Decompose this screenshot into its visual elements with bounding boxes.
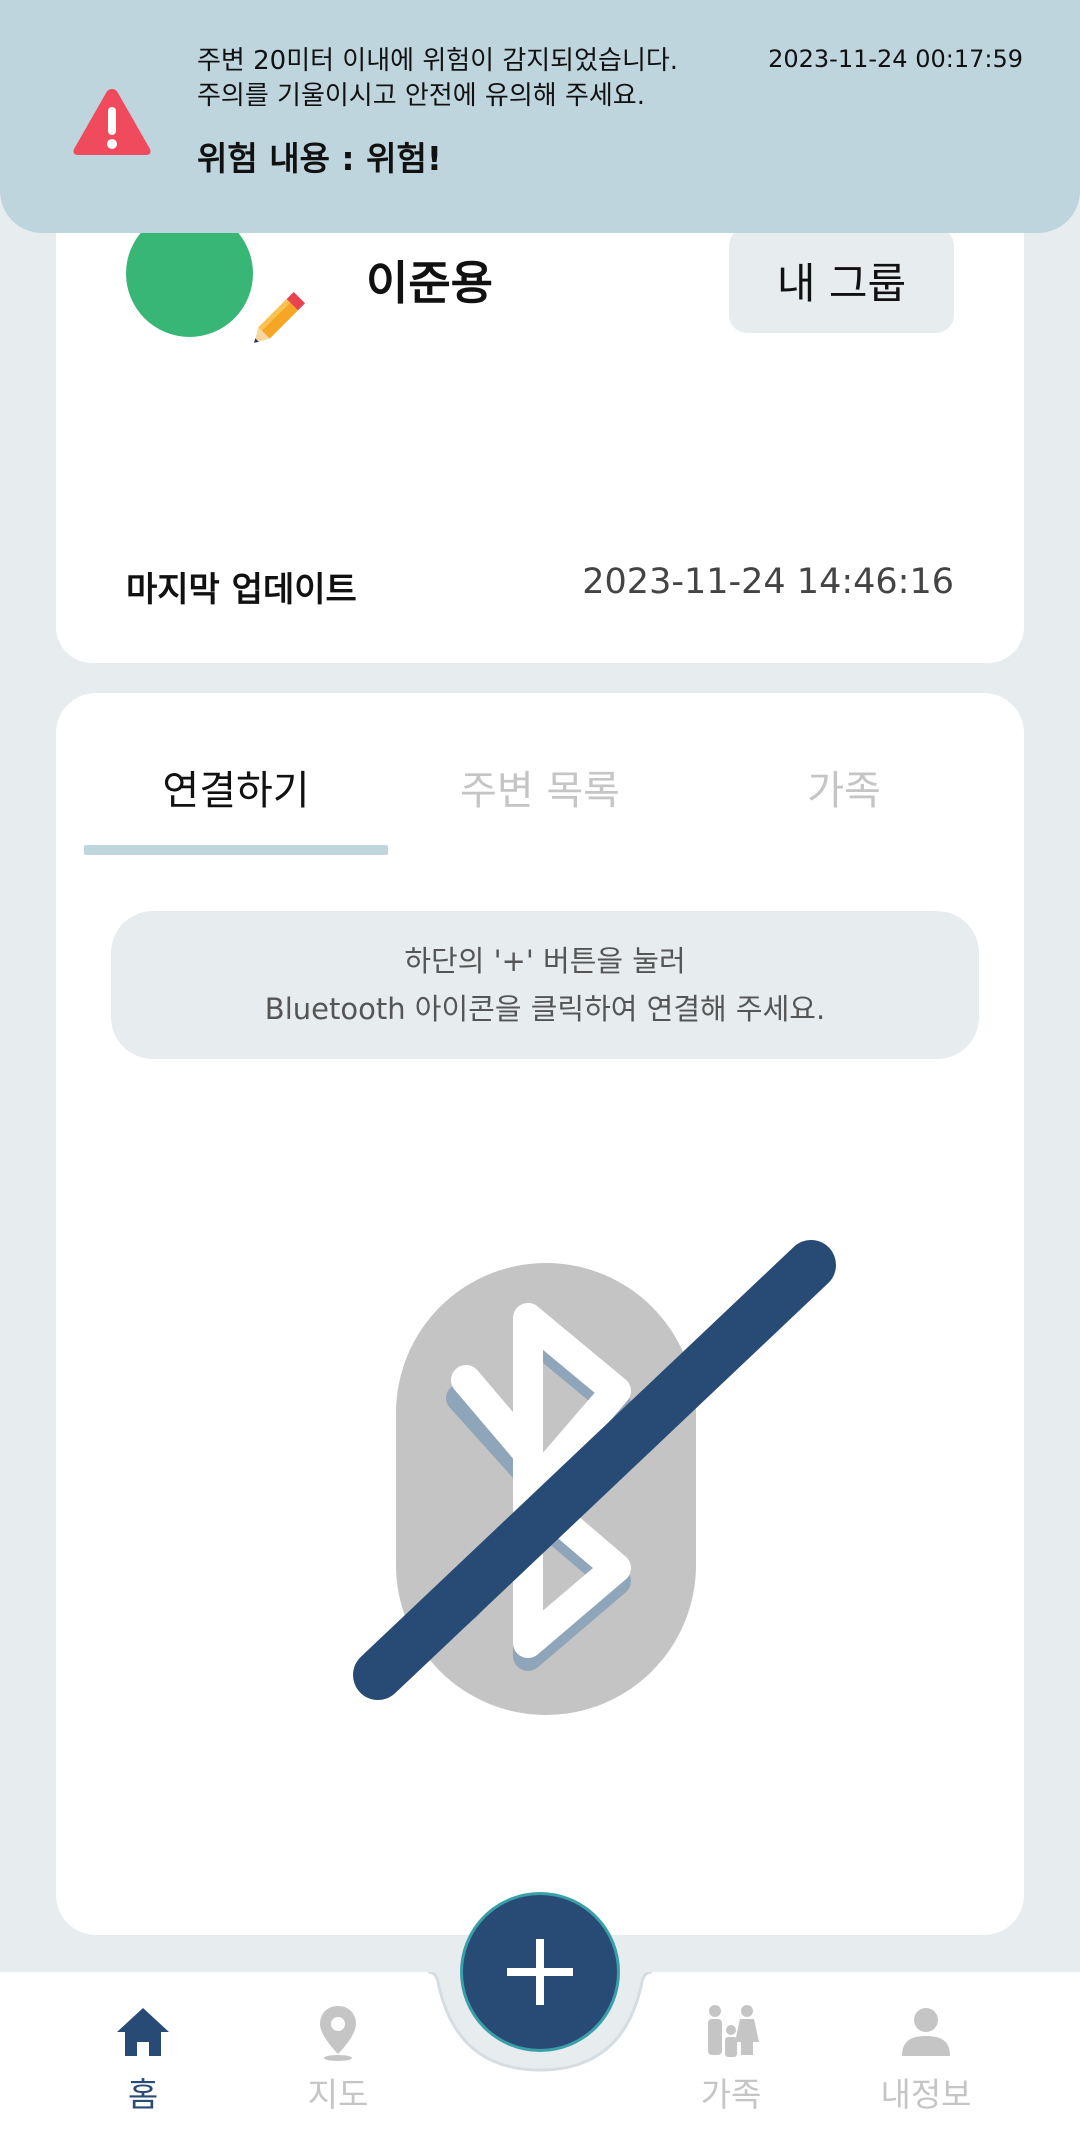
nav-label-home: 홈 bbox=[127, 2075, 159, 2114]
bluetooth-disabled-icon[interactable] bbox=[286, 1223, 846, 1763]
tab-connect[interactable]: 연결하기 bbox=[84, 758, 388, 816]
user-name: 이준용 bbox=[366, 256, 493, 310]
nav-label-my-info: 내정보 bbox=[880, 2075, 972, 2114]
notification-danger-detail: 위험 내용 : 위험! bbox=[197, 139, 442, 178]
danger-notification[interactable]: 주변 20미터 이내에 위험이 감지되었습니다. 주의를 기울이시고 안전에 유… bbox=[0, 0, 1080, 233]
map-pin-icon bbox=[320, 2006, 356, 2061]
add-device-button[interactable] bbox=[460, 1892, 620, 2052]
nav-item-my-info[interactable]: 내정보 bbox=[856, 2002, 996, 2116]
home-icon bbox=[117, 2008, 169, 2056]
pencil-edit-icon[interactable] bbox=[247, 282, 315, 350]
tab-nearby-list[interactable]: 주변 목록 bbox=[388, 758, 692, 816]
profile-card: 이준용 내 그룹 마지막 업데이트 2023-11-24 14:46:16 bbox=[56, 170, 1024, 663]
nav-item-map[interactable]: 지도 bbox=[268, 2002, 408, 2116]
plus-icon bbox=[507, 1939, 573, 2005]
connect-hint-line-1: 하단의 '+' 버튼을 눌러 bbox=[404, 944, 686, 978]
connect-hint-line-2: Bluetooth 아이콘을 클릭하여 연결해 주세요. bbox=[264, 992, 826, 1026]
connect-hint: 하단의 '+' 버튼을 눌러 Bluetooth 아이콘을 클릭하여 연결해 주… bbox=[111, 911, 979, 1059]
last-update-value: 2023-11-24 14:46:16 bbox=[582, 562, 954, 602]
nav-label-family: 가족 bbox=[700, 2075, 762, 2114]
tab-family[interactable]: 가족 bbox=[692, 758, 996, 816]
nav-item-home[interactable]: 홈 bbox=[73, 2002, 213, 2116]
warning-triangle-icon bbox=[73, 89, 151, 155]
family-icon bbox=[708, 2005, 759, 2057]
my-group-button[interactable]: 내 그룹 bbox=[729, 228, 954, 333]
nav-label-map: 지도 bbox=[307, 2075, 369, 2114]
person-icon bbox=[902, 2008, 950, 2056]
notification-timestamp: 2023-11-24 00:17:59 bbox=[768, 45, 1023, 73]
notification-message: 주변 20미터 이내에 위험이 감지되었습니다. 주의를 기울이시고 안전에 유… bbox=[197, 46, 679, 111]
nav-item-family[interactable]: 가족 bbox=[661, 2002, 801, 2116]
active-tab-indicator bbox=[84, 845, 388, 855]
connection-card: 연결하기 주변 목록 가족 하단의 '+' 버튼을 눌러 Bluetooth 아… bbox=[56, 693, 1024, 1935]
last-update-label: 마지막 업데이트 bbox=[126, 570, 357, 610]
